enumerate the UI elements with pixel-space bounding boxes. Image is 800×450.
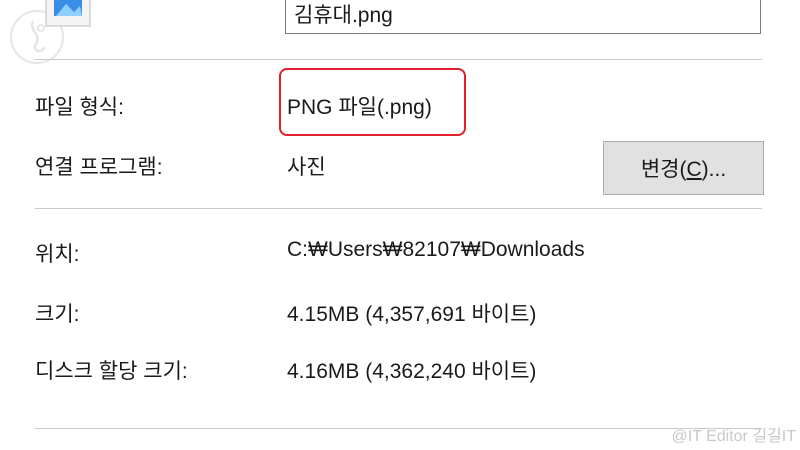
size-on-disk-value: 4.16MB (4,362,240 바이트) (287, 360, 537, 383)
separator (35, 208, 762, 209)
location-label: 위치: (35, 243, 80, 266)
opens-with-label: 연결 프로그램: (35, 156, 163, 179)
file-name-input[interactable] (285, 0, 761, 34)
change-button-prefix: 변경( (640, 158, 687, 181)
watermark-text: @IT Editor 길길IT (671, 428, 796, 445)
separator (35, 428, 762, 429)
size-label: 크기: (35, 303, 80, 326)
file-type-label: 파일 형식: (35, 96, 124, 119)
change-button[interactable]: 변경(C)... (603, 141, 764, 195)
change-button-suffix: )... (701, 158, 727, 181)
separator (35, 59, 762, 60)
highlight-annotation (279, 68, 466, 136)
image-file-icon (44, 0, 92, 28)
location-value: C:₩Users₩82107₩Downloads (287, 238, 585, 261)
change-button-hotkey: C (686, 158, 702, 181)
size-value: 4.15MB (4,357,691 바이트) (287, 303, 537, 326)
size-on-disk-label: 디스크 할당 크기: (35, 360, 188, 383)
opens-with-value: 사진 (287, 156, 326, 179)
